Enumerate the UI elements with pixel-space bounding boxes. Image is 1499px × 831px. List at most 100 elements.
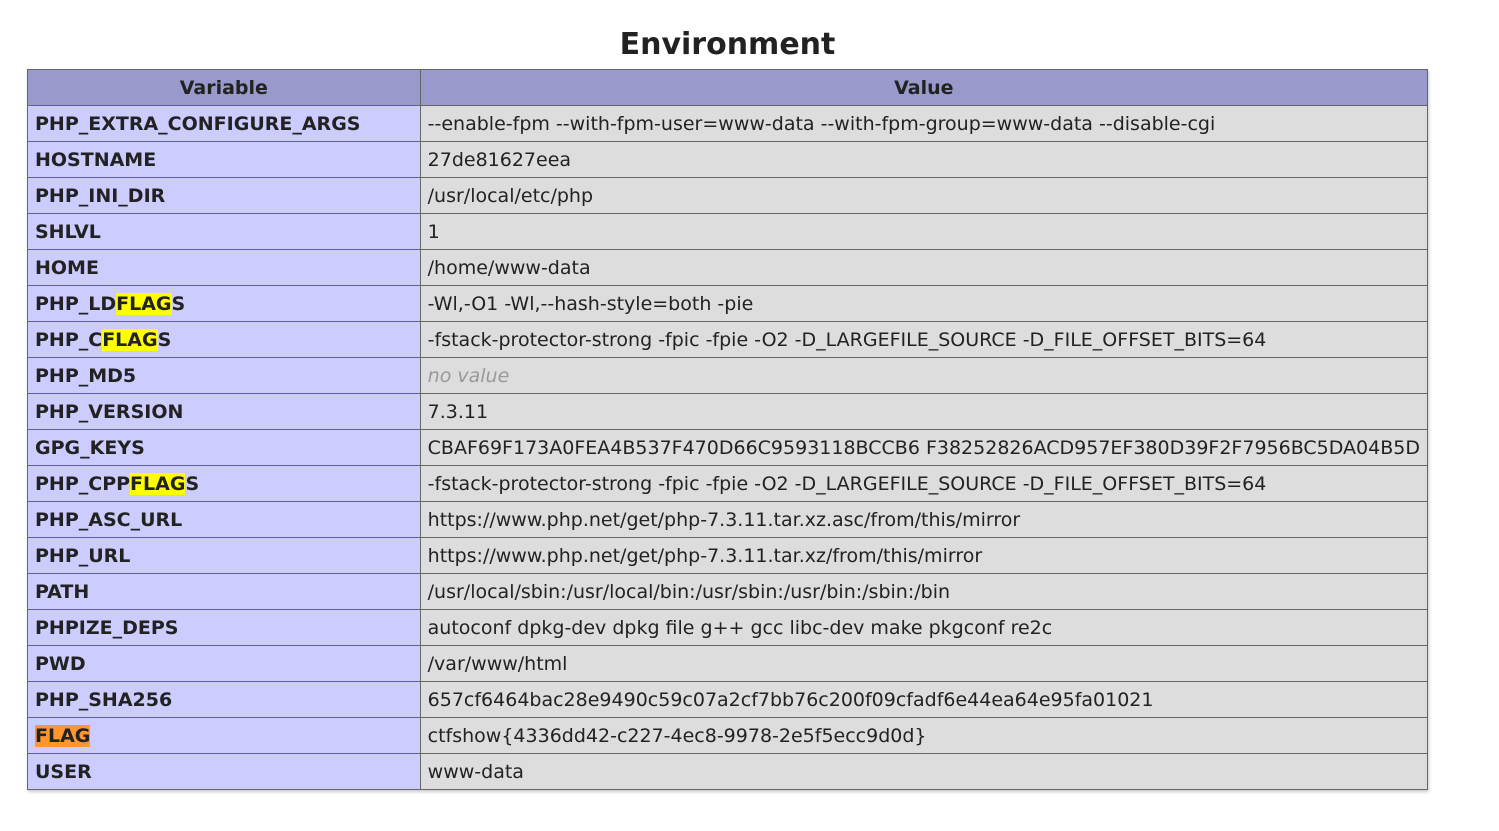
variable-name-text: S [171, 292, 186, 315]
variable-name-text: HOSTNAME [35, 148, 157, 171]
table-row: PHP_INI_DIR/usr/local/etc/php [27, 177, 1429, 214]
variable-value-text: /usr/local/sbin:/usr/local/bin:/usr/sbin… [427, 580, 951, 603]
variable-value-text: -fstack-protector-strong -fpic -fpie -O2… [427, 472, 1267, 495]
variable-name-text: PATH [35, 580, 90, 603]
variable-name-cell: USER [27, 753, 421, 790]
variable-value-text: https://www.php.net/get/php-7.3.11.tar.x… [427, 544, 983, 567]
variable-name-text: S [185, 472, 200, 495]
no-value-text: no value [427, 364, 510, 387]
variable-value-cell: /var/www/html [419, 645, 1429, 682]
variable-value-cell: /home/www-data [419, 249, 1429, 286]
variable-name-text: PHP_C [35, 328, 103, 351]
page-title: Environment [619, 27, 836, 63]
variable-value-cell: -Wl,-O1 -Wl,--hash-style=both -pie [419, 285, 1429, 322]
variable-value-cell: autoconf dpkg-dev dpkg file g++ gcc libc… [419, 609, 1429, 646]
variable-name-text: PHP_ASC_URL [35, 508, 183, 531]
table-row: PHP_ASC_URL https://www.php.net/get/php-7… [27, 501, 1429, 538]
variable-value-cell: CBAF69F173A0FEA4B537F470D66C9593118BCCB6… [419, 429, 1429, 466]
variable-value-cell: 7.3.11 [419, 393, 1429, 430]
variable-value-text: --enable-fpm --with-fpm-user=www-data --… [427, 112, 1216, 135]
variable-value-cell: 1 [419, 213, 1429, 250]
table-row: HOME/home/www-data [27, 249, 1429, 286]
variable-name-text: PHPIZE_DEPS [35, 616, 179, 639]
table-header-row: Variable Value [27, 69, 1429, 106]
variable-value-cell: 657cf6464bac28e9490c59c07a2cf7bb76c200f0… [419, 681, 1429, 718]
table-row: GPG_KEYS CBAF69F173A0FEA4B537F470D66C9593… [27, 429, 1429, 466]
table-row: PHP_CPPFLAGS -fstack-protector-strong -fp… [27, 465, 1429, 502]
column-header-value: Value [419, 69, 1429, 106]
table-row: USER www-data [27, 753, 1429, 790]
variable-name-cell: PHP_INI_DIR [27, 177, 421, 214]
variable-name-cell: PHP_EXTRA_CONFIGURE_ARGS [27, 105, 421, 142]
variable-value-cell: /usr/local/sbin:/usr/local/bin:/usr/sbin… [419, 573, 1429, 610]
variable-name-text: PHP_VERSION [35, 400, 184, 423]
column-header-variable: Variable [27, 69, 421, 106]
variable-value-text: -Wl,-O1 -Wl,--hash-style=both -pie [427, 292, 754, 315]
variable-name-text: GPG_KEYS [35, 436, 145, 459]
variable-value-text: 27de81627eea [427, 148, 572, 171]
variable-value-text: 1 [427, 220, 440, 243]
variable-name-text: SHLVL [35, 220, 101, 243]
variable-name-text: PWD [35, 652, 86, 675]
variable-name-cell: PHP_SHA256 [27, 681, 421, 718]
variable-name-text: HOME [35, 256, 99, 279]
variable-value-cell: --enable-fpm --with-fpm-user=www-data --… [419, 105, 1429, 142]
variable-name-cell: PHPIZE_DEPS [27, 609, 421, 646]
variable-value-cell: ctfshow{4336dd42-c227-4ec8-9978-2e5f5ecc… [419, 717, 1429, 754]
variable-name-cell: GPG_KEYS [27, 429, 421, 466]
variable-name-text: PHP_LD [35, 292, 117, 315]
variable-name-cell: SHLVL [27, 213, 421, 250]
variable-value-cell: -fstack-protector-strong -fpic -fpie -O2… [419, 321, 1429, 358]
variable-value-text: 7.3.11 [427, 400, 489, 423]
variable-name-text: PHP_SHA256 [35, 688, 173, 711]
variable-value-text: /var/www/html [427, 652, 568, 675]
variable-name-text: PHP_INI_DIR [35, 184, 166, 207]
variable-name-text: S [157, 328, 172, 351]
variable-value-text: ctfshow{4336dd42-c227-4ec8-9978-2e5f5ecc… [427, 724, 927, 747]
variable-value-text: www-data [427, 760, 524, 783]
variable-value-text: /usr/local/etc/php [427, 184, 594, 207]
variable-value-text: autoconf dpkg-dev dpkg file g++ gcc libc… [427, 616, 1053, 639]
variable-value-cell: 27de81627eea [419, 141, 1429, 178]
variable-value-cell: -fstack-protector-strong -fpic -fpie -O2… [419, 465, 1429, 502]
variable-name-cell: PHP_URL [27, 537, 421, 574]
variable-value-text: CBAF69F173A0FEA4B537F470D66C9593118BCCB6… [427, 436, 1420, 459]
variable-name-cell: FLAG [27, 717, 421, 754]
search-highlight: FLAG [35, 724, 91, 747]
table-row: PHP_LDFLAGS -Wl,-O1 -Wl,--hash-style=both… [27, 285, 1429, 322]
variable-value-text: 657cf6464bac28e9490c59c07a2cf7bb76c200f0… [427, 688, 1154, 711]
table-row: PHP_SHA256 657cf6464bac28e9490c59c07a2cf7… [27, 681, 1429, 718]
variable-value-cell: https://www.php.net/get/php-7.3.11.tar.x… [419, 537, 1429, 574]
variable-name-cell: PHP_ASC_URL [27, 501, 421, 538]
table-row: PHP_CFLAGS -fstack-protector-strong -fpic… [27, 321, 1429, 358]
variable-name-cell: HOME [27, 249, 421, 286]
table-row: PATH/usr/local/sbin:/usr/local/bin:/usr/… [27, 573, 1429, 610]
variable-name-text: PHP_MD5 [35, 364, 137, 387]
variable-name-cell: PWD [27, 645, 421, 682]
variable-value-text: -fstack-protector-strong -fpic -fpie -O2… [427, 328, 1267, 351]
environment-table: Variable Value PHP_EXTRA_CONFIGURE_ARGS -… [27, 69, 1429, 790]
variable-name-text: PHP_URL [35, 544, 131, 567]
variable-name-text: USER [35, 760, 92, 783]
table-row: SHLVL 1 [27, 213, 1429, 250]
table-row: PHP_EXTRA_CONFIGURE_ARGS --enable-fpm --w… [27, 105, 1429, 142]
table-row: HOSTNAME 27de81627eea [27, 141, 1429, 178]
table-row: PHPIZE_DEPS autoconf dpkg-dev dpkg file g… [27, 609, 1429, 646]
variable-value-text: https://www.php.net/get/php-7.3.11.tar.x… [427, 508, 1021, 531]
search-highlight: FLAG [102, 328, 158, 351]
table-row: PWD/var/www/html [27, 645, 1429, 682]
variable-name-text: PHP_CPP [35, 472, 131, 495]
table-row: PHP_MD5 no value [27, 357, 1429, 394]
variable-value-cell: www-data [419, 753, 1429, 790]
table-body: PHP_EXTRA_CONFIGURE_ARGS --enable-fpm --w… [27, 105, 1429, 790]
variable-name-cell: HOSTNAME [27, 141, 421, 178]
variable-name-cell: PHP_LDFLAGS [27, 285, 421, 322]
table-row: FLAG ctfshow{4336dd42-c227-4ec8-9978-2e5f… [27, 717, 1429, 754]
variable-value-text: /home/www-data [427, 256, 591, 279]
variable-name-cell: PHP_CPPFLAGS [27, 465, 421, 502]
search-highlight: FLAG [130, 472, 186, 495]
variable-value-cell: https://www.php.net/get/php-7.3.11.tar.x… [419, 501, 1429, 538]
table-row: PHP_VERSION 7.3.11 [27, 393, 1429, 430]
variable-name-text: PHP_EXTRA_CONFIGURE_ARGS [35, 112, 361, 135]
table-row: PHP_URL https://www.php.net/get/php-7.3.1… [27, 537, 1429, 574]
